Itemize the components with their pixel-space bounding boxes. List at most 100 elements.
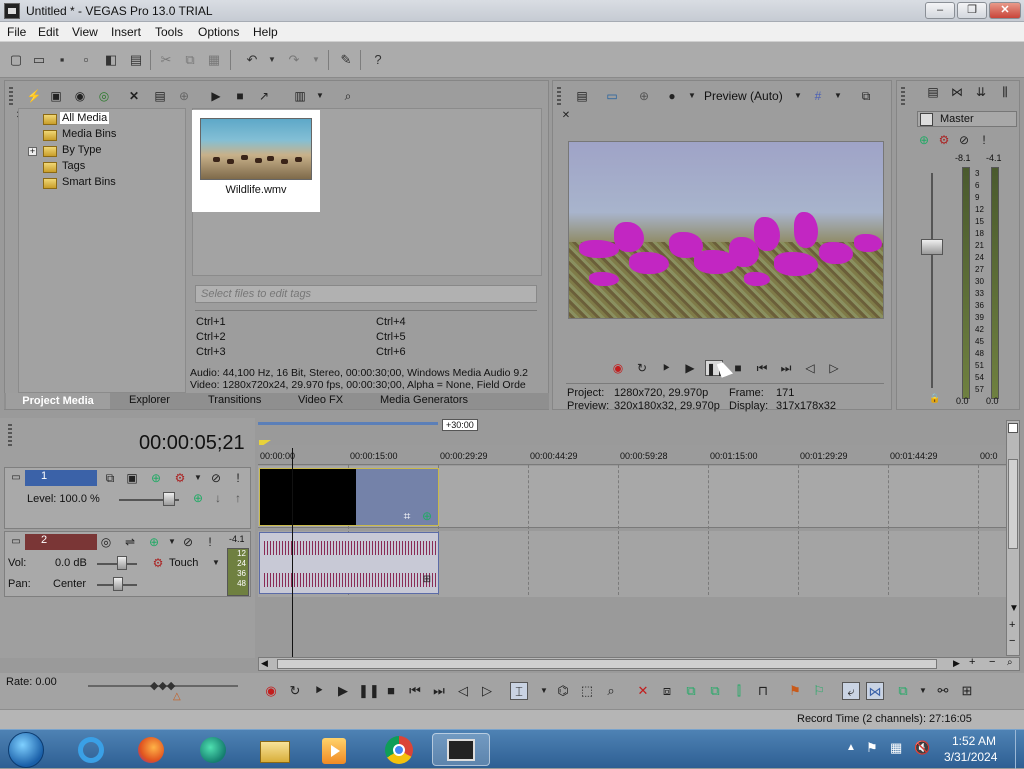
automation-mode-dropdown-icon[interactable]: ▼ bbox=[207, 554, 225, 572]
solo-track-icon[interactable]: ! bbox=[201, 533, 219, 551]
scroll-right-icon[interactable]: ▶ bbox=[953, 658, 960, 669]
tree-item-media-bins[interactable]: Media Bins bbox=[62, 128, 116, 140]
mute-track-icon[interactable]: ⊘ bbox=[207, 469, 225, 487]
track-motion-icon[interactable]: ⊕ bbox=[147, 469, 165, 487]
extract-audio-icon[interactable]: ◎ bbox=[95, 87, 113, 105]
edge-icon[interactable] bbox=[190, 733, 234, 766]
zoom-out-time-icon[interactable]: − bbox=[989, 656, 995, 668]
menu-insert[interactable]: Insert bbox=[111, 25, 141, 39]
master-properties-icon[interactable]: ▤ bbox=[924, 83, 942, 101]
vol-slider[interactable] bbox=[117, 556, 127, 570]
search-icon[interactable]: ⌕ bbox=[339, 87, 357, 105]
action-center-flag-icon[interactable]: ⚑ bbox=[866, 740, 878, 756]
start-preview-icon[interactable]: ▶ bbox=[207, 87, 225, 105]
pan-slider[interactable] bbox=[113, 577, 123, 591]
trim-start-icon[interactable]: ⧉ bbox=[682, 682, 700, 700]
track-fx-icon[interactable]: ⚙ bbox=[149, 554, 167, 572]
play-from-start-icon[interactable]: ⯈ bbox=[657, 360, 675, 376]
menu-file[interactable]: File bbox=[7, 25, 26, 39]
get-media-web-icon[interactable]: ◉ bbox=[71, 87, 89, 105]
arm-record-icon[interactable]: ◎ bbox=[97, 533, 115, 551]
composite-mode-icon[interactable]: ⧉ bbox=[101, 469, 119, 487]
external-monitor-icon[interactable]: ▭ bbox=[603, 87, 621, 105]
tab-explorer[interactable]: Explorer bbox=[129, 394, 170, 406]
shortcut-3[interactable]: Ctrl+3 bbox=[196, 346, 226, 358]
horizontal-scroll-thumb[interactable] bbox=[277, 659, 937, 669]
go-to-start-icon[interactable]: ⏮ bbox=[753, 360, 771, 376]
tree-item-by-type[interactable]: By Type bbox=[62, 144, 102, 156]
mute-icon[interactable]: ⊘ bbox=[955, 131, 973, 149]
delete-icon[interactable]: ✕ bbox=[634, 682, 652, 700]
video-fx-icon[interactable]: ⊕ bbox=[635, 87, 653, 105]
copy-icon[interactable]: ⧉ bbox=[180, 50, 200, 70]
maximize-button[interactable]: ❐ bbox=[957, 2, 987, 19]
auto-preview-icon[interactable]: ↗ bbox=[255, 87, 273, 105]
zoom-in-vertical-icon[interactable]: + bbox=[1009, 619, 1015, 631]
zoom-edit-tool-icon[interactable]: ⌕ bbox=[602, 682, 620, 700]
event-pan-crop-icon[interactable]: ⌗ bbox=[398, 507, 416, 525]
master-fx-icon[interactable]: ⚙ bbox=[935, 131, 953, 149]
track-fx-icon[interactable]: ⚙ bbox=[171, 469, 189, 487]
track-minimize-icon[interactable]: ▭ bbox=[7, 533, 25, 551]
solo-track-icon[interactable]: ! bbox=[229, 469, 247, 487]
solo-icon[interactable]: ! bbox=[975, 131, 993, 149]
menu-help[interactable]: Help bbox=[253, 25, 278, 39]
stop-icon[interactable]: ■ bbox=[382, 682, 400, 700]
zoom-out-vertical-icon[interactable]: − bbox=[1009, 635, 1015, 647]
overlays-icon[interactable]: # bbox=[809, 87, 827, 105]
firefox-icon[interactable] bbox=[128, 733, 172, 766]
parent-icon[interactable]: ⊕ bbox=[189, 489, 207, 507]
zoom-in-time-icon[interactable]: + bbox=[969, 656, 975, 668]
internet-explorer-icon[interactable] bbox=[68, 733, 112, 766]
horizontal-scrollbar[interactable]: ◀ ▶ + − ⌕ bbox=[258, 656, 1020, 671]
track-minimize-icon[interactable]: ▭ bbox=[7, 469, 25, 487]
rate-reset-icon[interactable]: △ bbox=[173, 691, 181, 702]
record-icon[interactable]: ◉ bbox=[262, 682, 280, 700]
remove-media-icon[interactable]: ✕ bbox=[125, 87, 143, 105]
scroll-left-icon[interactable]: ◀ bbox=[261, 658, 268, 669]
paste-icon[interactable]: ▦ bbox=[204, 50, 224, 70]
downmix-icon[interactable]: ⋈ bbox=[948, 83, 966, 101]
show-hidden-icons[interactable]: ▲ bbox=[846, 742, 856, 753]
import-media-icon[interactable]: ⚡ bbox=[25, 87, 43, 105]
views-icon[interactable]: ▥ bbox=[291, 87, 309, 105]
go-to-end-icon[interactable]: ⏭ bbox=[430, 682, 448, 700]
invert-phase-icon[interactable]: ⇌ bbox=[121, 533, 139, 551]
rate-slider[interactable]: ◆◆◆ bbox=[150, 679, 175, 692]
undo-icon[interactable]: ↶ bbox=[242, 50, 262, 70]
master-fader[interactable] bbox=[921, 239, 943, 255]
normal-edit-tool-icon[interactable]: ⌶ bbox=[510, 682, 528, 700]
audio-event-clip[interactable]: ⊞ bbox=[259, 532, 439, 594]
enable-snapping-icon[interactable]: ⤶ bbox=[842, 682, 860, 700]
loop-region-bar[interactable] bbox=[258, 422, 438, 425]
mixer-icon[interactable]: ⫼ bbox=[996, 83, 1014, 101]
shortcut-1[interactable]: Ctrl+1 bbox=[196, 316, 226, 328]
make-compositing-parent-icon[interactable]: ↑ bbox=[229, 489, 247, 507]
media-player-icon[interactable] bbox=[312, 733, 356, 766]
edit-tool-icon[interactable]: ✎ bbox=[336, 50, 356, 70]
insert-region-icon[interactable]: ⚐ bbox=[810, 682, 828, 700]
clock-date[interactable]: 3/31/2024 bbox=[944, 750, 997, 764]
tab-video-fx[interactable]: Video FX bbox=[298, 394, 343, 406]
pause-icon[interactable]: ❚❚ bbox=[358, 682, 380, 700]
capture-video-icon[interactable]: ▣ bbox=[47, 87, 65, 105]
menu-options[interactable]: Options bbox=[198, 25, 239, 39]
envelope-edit-tool-icon[interactable]: ⌬ bbox=[554, 682, 572, 700]
tree-item-tags[interactable]: Tags bbox=[62, 160, 85, 172]
next-frame-icon[interactable]: ▷ bbox=[478, 682, 496, 700]
tracks-menu-icon[interactable] bbox=[1008, 423, 1018, 433]
undo-dropdown-icon[interactable]: ▼ bbox=[262, 50, 282, 70]
panel-grip[interactable] bbox=[901, 87, 905, 107]
loop-playback-icon[interactable]: ↻ bbox=[286, 682, 304, 700]
start-button[interactable] bbox=[8, 732, 44, 768]
chrome-icon[interactable] bbox=[376, 733, 420, 766]
scroll-down-icon[interactable]: ▼ bbox=[1009, 603, 1019, 614]
vertical-scroll-thumb[interactable] bbox=[1008, 459, 1018, 549]
trim-end-icon[interactable]: ⧉ bbox=[706, 682, 724, 700]
preview-quality-select[interactable]: Preview (Auto) bbox=[704, 89, 783, 103]
level-slider[interactable] bbox=[163, 492, 175, 506]
whats-this-help-icon[interactable]: ? bbox=[368, 50, 388, 70]
redo-icon[interactable]: ↷ bbox=[284, 50, 304, 70]
trim-icon[interactable]: ⧈ bbox=[658, 682, 676, 700]
redo-dropdown-icon[interactable]: ▼ bbox=[306, 50, 326, 70]
